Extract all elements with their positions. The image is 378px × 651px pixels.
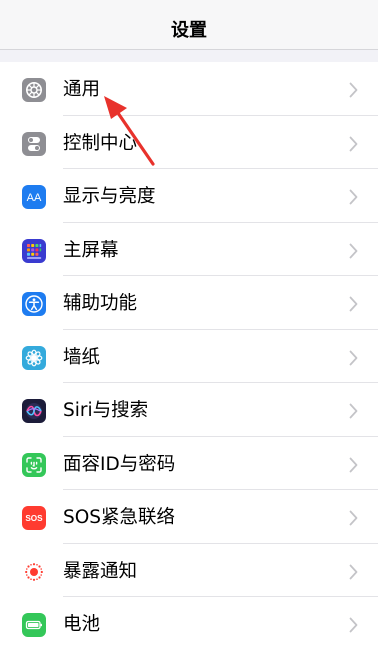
chevron-right-icon — [349, 82, 358, 98]
chevron-right-icon — [349, 564, 358, 579]
gear-icon — [22, 78, 46, 102]
settings-item-battery[interactable]: 电池 — [0, 597, 378, 651]
chevron-right-icon — [349, 403, 358, 419]
settings-item-label: 暴露通知 — [63, 560, 138, 582]
settings-item-label: 通用 — [63, 79, 101, 100]
page-title: 设置 — [171, 20, 207, 41]
settings-item-accessibility[interactable]: 辅助功能 — [0, 276, 378, 330]
settings-item-label: 显示与亮度 — [63, 186, 156, 207]
settings-item-sos[interactable]: SOS SOS紧急联络 — [0, 490, 378, 544]
settings-item-face-id[interactable]: 面容ID与密码 — [0, 437, 378, 490]
settings-item-label: 电池 — [63, 614, 101, 635]
toggles-icon — [22, 131, 46, 156]
settings-list: 通用 控制中心 AA 显示与亮度 主屏幕 辅助功能 墙纸 Siri与搜索 面容I… — [0, 62, 378, 651]
settings-item-control-center[interactable]: 控制中心 — [0, 116, 378, 169]
chevron-right-icon — [349, 350, 358, 365]
chevron-right-icon — [349, 136, 358, 151]
navigation-bar: 设置 — [0, 0, 378, 50]
settings-item-label: 辅助功能 — [63, 293, 138, 314]
flower-icon — [22, 345, 46, 370]
settings-item-label: SOS紧急联络 — [63, 507, 176, 528]
chevron-right-icon — [349, 617, 358, 633]
settings-item-display[interactable]: AA 显示与亮度 — [0, 169, 378, 223]
chevron-right-icon — [349, 457, 358, 472]
chevron-right-icon — [349, 510, 358, 526]
settings-item-label: 控制中心 — [63, 132, 138, 154]
settings-item-exposure[interactable]: 暴露通知 — [0, 544, 378, 597]
settings-item-label: 墙纸 — [63, 346, 101, 368]
battery-icon — [22, 613, 46, 637]
chevron-right-icon — [349, 189, 358, 205]
chevron-right-icon — [349, 296, 358, 312]
app-grid-icon — [22, 238, 46, 263]
face-id-icon — [22, 452, 46, 477]
siri-icon — [22, 399, 46, 423]
text-size-icon-glyph: AA — [27, 192, 42, 204]
settings-item-wallpaper[interactable]: 墙纸 — [0, 330, 378, 383]
text-size-icon: AA — [22, 185, 46, 209]
settings-item-home-screen[interactable]: 主屏幕 — [0, 223, 378, 276]
settings-item-label: Siri与搜索 — [63, 400, 149, 421]
settings-item-label: 面容ID与密码 — [63, 453, 176, 475]
settings-item-label: 主屏幕 — [63, 239, 119, 261]
settings-item-siri[interactable]: Siri与搜索 — [0, 383, 378, 437]
chevron-right-icon — [349, 243, 358, 258]
exposure-icon — [22, 559, 46, 584]
sos-icon: SOS — [22, 506, 46, 530]
settings-item-general[interactable]: 通用 — [0, 62, 378, 116]
sos-icon-glyph: SOS — [25, 514, 43, 523]
accessibility-icon — [22, 292, 46, 316]
